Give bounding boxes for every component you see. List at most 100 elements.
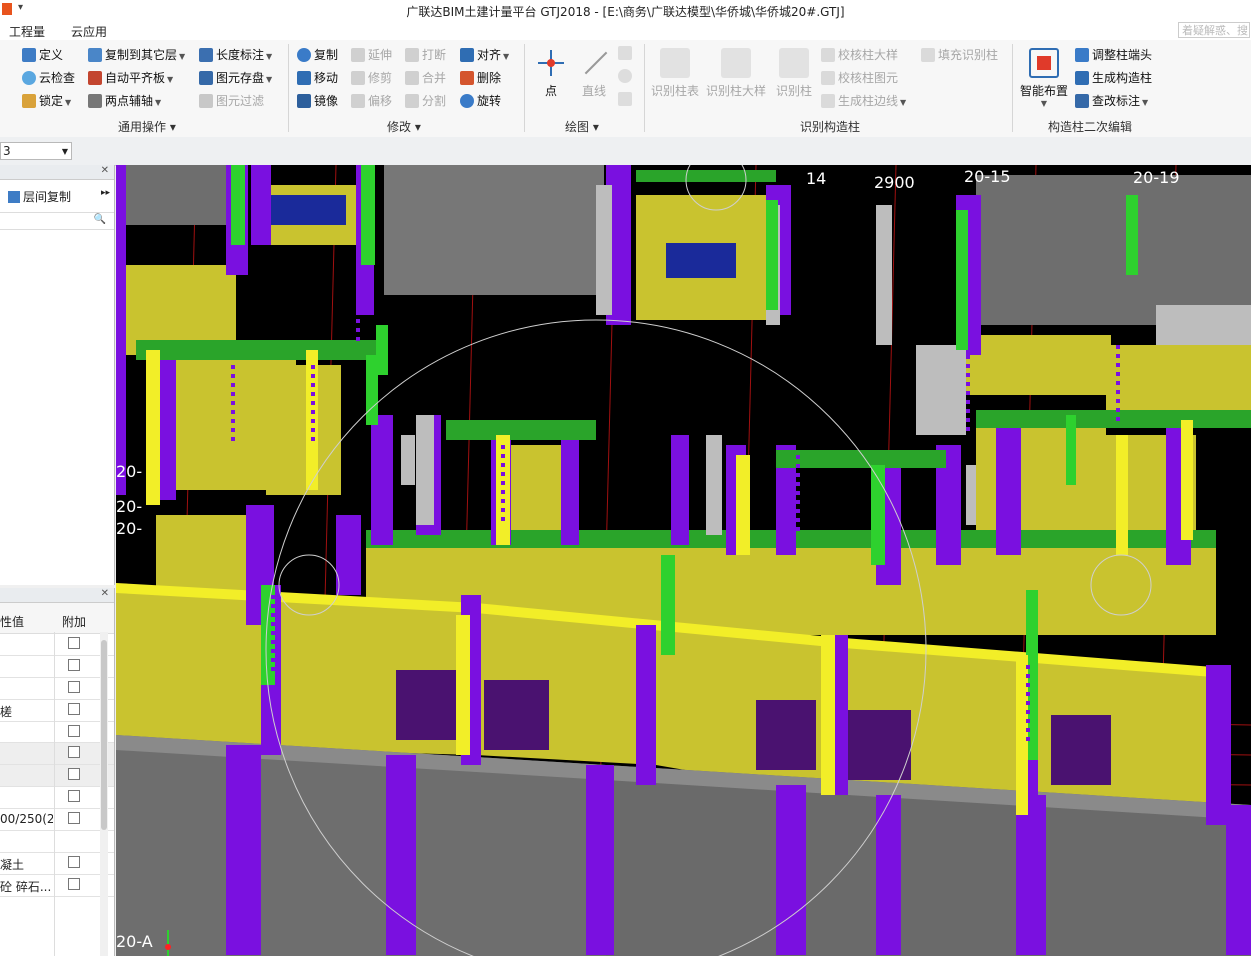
rebar-marker: [836, 672, 840, 676]
split-button[interactable]: 分割: [405, 92, 446, 110]
rebar-marker: [1116, 354, 1120, 358]
property-row[interactable]: 00/250(2: [0, 809, 114, 832]
property-row[interactable]: [0, 656, 114, 678]
close-icon[interactable]: ✕: [101, 588, 109, 599]
property-row[interactable]: [0, 722, 114, 744]
length-dimension-button[interactable]: 长度标注 ▼: [199, 46, 272, 64]
cloud-check-button[interactable]: 云检查: [22, 69, 75, 87]
break-button[interactable]: 打断: [405, 46, 446, 64]
column: [361, 165, 375, 265]
extend-button[interactable]: 延伸: [351, 46, 392, 64]
property-row[interactable]: 槎: [0, 700, 114, 722]
axis-label: 20-: [116, 462, 143, 481]
rotate-button[interactable]: 旋转: [460, 92, 501, 110]
define-button[interactable]: 定义: [22, 46, 63, 64]
scrollbar-thumb[interactable]: [101, 640, 107, 830]
offset-button[interactable]: 偏移: [351, 92, 392, 110]
property-row[interactable]: [0, 743, 114, 766]
generate-structural-column-button[interactable]: 生成构造柱: [1075, 69, 1152, 87]
fill-identify-column-button[interactable]: 填充识别柱: [921, 46, 998, 64]
property-row[interactable]: [0, 634, 114, 656]
rebar-marker: [311, 374, 315, 378]
check-column-element-button[interactable]: 校核柱图元: [821, 69, 898, 87]
extra-checkbox[interactable]: [68, 790, 80, 803]
extra-checkbox[interactable]: [68, 658, 80, 671]
trim-button[interactable]: 修剪: [351, 69, 392, 87]
extra-checkbox[interactable]: [68, 812, 80, 825]
property-row[interactable]: [0, 678, 114, 700]
copy-to-other-floor-button[interactable]: 复制到其它层 ▼: [88, 46, 185, 64]
floor-select[interactable]: 3 ▼: [0, 142, 72, 160]
property-row[interactable]: [0, 831, 114, 853]
two-point-axis-button[interactable]: 两点辅轴 ▼: [88, 92, 161, 110]
axis-label: 20-: [116, 497, 143, 516]
rebar-marker: [311, 410, 315, 414]
rebar-marker: [311, 392, 315, 396]
column: [1016, 795, 1046, 955]
rebar-marker: [501, 490, 505, 494]
identify-column-button[interactable]: 识别柱: [772, 48, 816, 99]
component-search-input[interactable]: 🔍: [0, 213, 114, 230]
point-draw-button[interactable]: 点: [533, 48, 569, 99]
column: [871, 465, 885, 565]
rebar-marker: [311, 365, 315, 369]
tab-cloud-app[interactable]: 云应用: [71, 23, 107, 40]
identify-column-table-button[interactable]: 识别柱表: [648, 48, 702, 99]
copy-button[interactable]: 复制: [297, 46, 338, 64]
align-button[interactable]: 对齐 ▼: [460, 46, 509, 64]
drawing-viewport[interactable]: 14 2900 20-15 20-19 20- 20- 20- 20-A: [116, 165, 1251, 956]
column: [876, 205, 892, 345]
property-row[interactable]: 凝土: [0, 853, 114, 875]
rebar-marker: [271, 640, 275, 644]
adjust-column-end-button[interactable]: 调整柱端头: [1075, 46, 1152, 64]
group-label-general[interactable]: 通用操作 ▾: [118, 118, 176, 135]
move-button[interactable]: 移动: [297, 69, 338, 87]
extra-checkbox[interactable]: [68, 724, 80, 737]
extra-checkbox[interactable]: [68, 746, 80, 759]
extra-checkbox[interactable]: [68, 768, 80, 781]
extra-checkbox[interactable]: [68, 680, 80, 693]
merge-button[interactable]: 合并: [405, 69, 446, 87]
close-icon[interactable]: ✕: [101, 165, 109, 176]
rect-draw-button[interactable]: [618, 90, 635, 108]
property-row[interactable]: [0, 787, 114, 810]
extra-checkbox[interactable]: [68, 855, 80, 868]
rebar-marker: [1116, 363, 1120, 367]
column: [766, 200, 778, 310]
mirror-button[interactable]: 镜像: [297, 92, 338, 110]
lock-button[interactable]: 锁定 ▼: [22, 92, 71, 110]
rebar-marker: [356, 292, 360, 296]
column: [376, 325, 388, 375]
extra-checkbox[interactable]: [68, 877, 80, 890]
tab-quantity[interactable]: 工程量: [9, 23, 45, 40]
more-icon[interactable]: ▸▸: [101, 188, 110, 198]
building-3d-scene[interactable]: [116, 165, 1251, 956]
property-row[interactable]: [0, 765, 114, 788]
element-filter-button[interactable]: 图元过滤: [199, 92, 264, 110]
group-label-draw[interactable]: 绘图 ▾: [565, 118, 599, 135]
rebar-marker: [796, 527, 800, 531]
auto-level-slab-button[interactable]: 自动平齐板 ▼: [88, 69, 173, 87]
delete-button[interactable]: 删除: [460, 69, 501, 87]
property-row[interactable]: 砼 碎石...: [0, 875, 114, 897]
fill-column-icon: [921, 48, 935, 62]
extra-checkbox[interactable]: [68, 702, 80, 715]
properties-scrollbar[interactable]: [100, 632, 108, 956]
identify-column-detail-button[interactable]: 识别柱大样: [704, 48, 768, 99]
extra-checkbox[interactable]: [68, 637, 80, 649]
rebar-marker: [836, 690, 840, 694]
save-element-button[interactable]: 图元存盘 ▼: [199, 69, 272, 87]
arc-draw-button[interactable]: [618, 44, 635, 62]
line-draw-button[interactable]: 直线: [576, 48, 612, 99]
column: [456, 615, 470, 755]
help-search-input[interactable]: 着疑解惑、搜: [1178, 22, 1250, 38]
generate-column-edge-button[interactable]: 生成柱边线 ▼: [821, 92, 906, 110]
window: [484, 680, 549, 750]
floor-copy-button[interactable]: 层间复制: [8, 188, 71, 205]
check-column-detail-button[interactable]: 校核柱大样: [821, 46, 898, 64]
smart-layout-button[interactable]: 智能布置 ▼: [1016, 48, 1072, 108]
group-label-modify[interactable]: 修改 ▾: [387, 118, 421, 135]
circle-draw-button[interactable]: [618, 67, 635, 85]
edit-annotation-button[interactable]: 查改标注 ▼: [1075, 92, 1148, 110]
rebar-marker: [471, 615, 475, 619]
